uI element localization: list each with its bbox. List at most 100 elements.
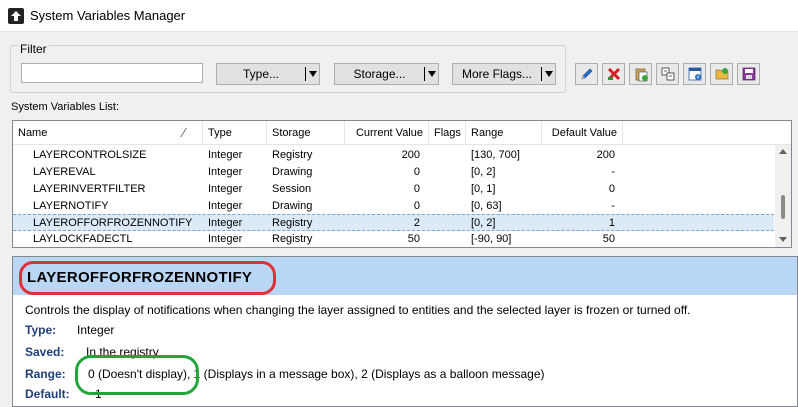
- cell-name: LAYERCONTROLSIZE: [33, 149, 147, 161]
- cell-default-value: 0: [608, 183, 615, 195]
- cell-type: Integer: [208, 183, 243, 195]
- cell-default-value: 1: [608, 217, 615, 229]
- type-filter-dropdown[interactable]: Type...: [216, 63, 320, 85]
- storage-filter-label: Storage...: [353, 67, 406, 81]
- cell-flags: [434, 231, 464, 247]
- scroll-down-icon[interactable]: [779, 237, 787, 242]
- sort-indicator-icon: ⁄: [183, 125, 186, 140]
- cell-storage: Registry: [272, 217, 313, 229]
- properties-button[interactable]: [683, 63, 706, 85]
- type-filter-label: Type...: [242, 67, 280, 81]
- open-button[interactable]: [710, 63, 733, 85]
- open-folder-icon: [715, 68, 728, 80]
- cell-flags: [434, 198, 464, 215]
- window-title: System Variables Manager: [30, 8, 186, 23]
- scroll-thumb[interactable]: [781, 195, 785, 219]
- filter-group-label: Filter: [18, 42, 49, 56]
- table-row[interactable]: LAYEREVAL Integer Drawing 0 [0, 2] -: [13, 164, 774, 181]
- cell-name: LAYLOCKFADECTL: [33, 233, 133, 245]
- cell-range: [-90, 90]: [471, 233, 512, 245]
- cell-storage: Session: [272, 183, 312, 195]
- table-row[interactable]: LAYLOCKFADECTL Integer Registry 50 [-90,…: [13, 231, 774, 247]
- cell-storage: Drawing: [272, 166, 313, 178]
- chevron-down-icon: [305, 67, 319, 81]
- column-header-name[interactable]: Name: [13, 121, 203, 145]
- red-highlight-annotation: [19, 261, 276, 295]
- cell-default-value: -: [611, 166, 615, 178]
- cell-range: [0, 1]: [471, 183, 496, 195]
- cell-current-value: 0: [413, 200, 420, 212]
- cell-range: [0, 63]: [471, 200, 502, 212]
- cell-type: Integer: [208, 233, 243, 245]
- cell-type: Integer: [208, 217, 243, 229]
- green-highlight-annotation: [75, 355, 199, 395]
- list-header: Name ⁄ Type Storage Current Value Flags …: [13, 121, 791, 145]
- detail-description: Controls the display of notifications wh…: [25, 303, 691, 317]
- cell-current-value: 50: [407, 233, 420, 245]
- variables-list[interactable]: Name ⁄ Type Storage Current Value Flags …: [12, 120, 792, 248]
- cell-range: [0, 2]: [471, 217, 496, 229]
- cell-type: Integer: [208, 166, 243, 178]
- save-button[interactable]: [737, 63, 760, 85]
- table-row[interactable]: LAYERCONTROLSIZE Integer Registry 200 [1…: [13, 147, 774, 164]
- chevron-down-icon: [424, 67, 438, 81]
- cell-current-value: 0: [413, 166, 420, 178]
- cell-storage: Registry: [272, 233, 313, 245]
- cell-name: LAYERNOTIFY: [33, 200, 109, 212]
- type-field-label: Type:: [25, 323, 57, 337]
- properties-icon: [688, 67, 701, 81]
- compare-button[interactable]: [656, 63, 679, 85]
- list-vertical-scrollbar[interactable]: [775, 145, 791, 247]
- compare-icon: [661, 67, 674, 81]
- edit-pencil-icon: [580, 68, 592, 80]
- column-header-flags[interactable]: Flags: [429, 121, 466, 145]
- delete-button[interactable]: [602, 63, 625, 85]
- cell-default-value: 50: [602, 233, 615, 245]
- cell-name: LAYEREVAL: [33, 166, 96, 178]
- cell-name: LAYEROFFORFROZENNOTIFY: [33, 217, 193, 229]
- cell-flags: [434, 147, 464, 164]
- table-row-selected[interactable]: LAYEROFFORFROZENNOTIFY Integer Registry …: [13, 214, 774, 231]
- chevron-down-icon: [541, 67, 555, 81]
- column-header-storage[interactable]: Storage: [267, 121, 345, 145]
- cell-default-value: 200: [596, 149, 615, 161]
- cell-flags: [434, 164, 464, 181]
- paste-button[interactable]: [629, 63, 652, 85]
- cell-current-value: 0: [413, 183, 420, 195]
- paste-icon: [635, 68, 648, 82]
- storage-filter-dropdown[interactable]: Storage...: [334, 63, 439, 85]
- column-header-default-value[interactable]: Default Value: [542, 121, 623, 145]
- title-bar: System Variables Manager: [0, 0, 798, 32]
- cell-type: Integer: [208, 200, 243, 212]
- more-flags-label: More Flags...: [461, 67, 533, 81]
- cell-type: Integer: [208, 149, 243, 161]
- save-disk-icon: [742, 67, 755, 81]
- range-field-label: Range:: [25, 367, 66, 381]
- column-header-type[interactable]: Type: [203, 121, 267, 145]
- cell-range: [130, 700]: [471, 149, 520, 161]
- cell-storage: Registry: [272, 149, 313, 161]
- scroll-up-icon[interactable]: [779, 149, 787, 154]
- cell-name: LAYERINVERTFILTER: [33, 183, 146, 195]
- variable-detail-panel: LAYEROFFORFROZENNOTIFY Controls the disp…: [12, 256, 798, 407]
- variables-list-label: System Variables List:: [11, 101, 120, 113]
- more-flags-dropdown[interactable]: More Flags...: [452, 63, 556, 85]
- saved-field-label: Saved:: [25, 345, 65, 359]
- cell-current-value: 200: [401, 149, 420, 161]
- cell-storage: Drawing: [272, 200, 313, 212]
- delete-x-icon: [607, 67, 620, 81]
- column-header-current-value[interactable]: Current Value: [345, 121, 429, 145]
- column-header-range[interactable]: Range: [466, 121, 542, 145]
- cell-default-value: -: [611, 200, 615, 212]
- type-field-value: Integer: [77, 323, 115, 337]
- edit-button[interactable]: [575, 63, 598, 85]
- app-arrow-icon: [8, 8, 24, 24]
- filter-search-input[interactable]: [21, 63, 203, 83]
- default-field-label: Default:: [25, 387, 70, 401]
- cell-flags: [434, 215, 464, 232]
- table-row[interactable]: LAYERNOTIFY Integer Drawing 0 [0, 63] -: [13, 198, 774, 215]
- cell-current-value: 2: [413, 217, 420, 229]
- cell-range: [0, 2]: [471, 166, 496, 178]
- table-row[interactable]: LAYERINVERTFILTER Integer Session 0 [0, …: [13, 181, 774, 198]
- cell-flags: [434, 181, 464, 198]
